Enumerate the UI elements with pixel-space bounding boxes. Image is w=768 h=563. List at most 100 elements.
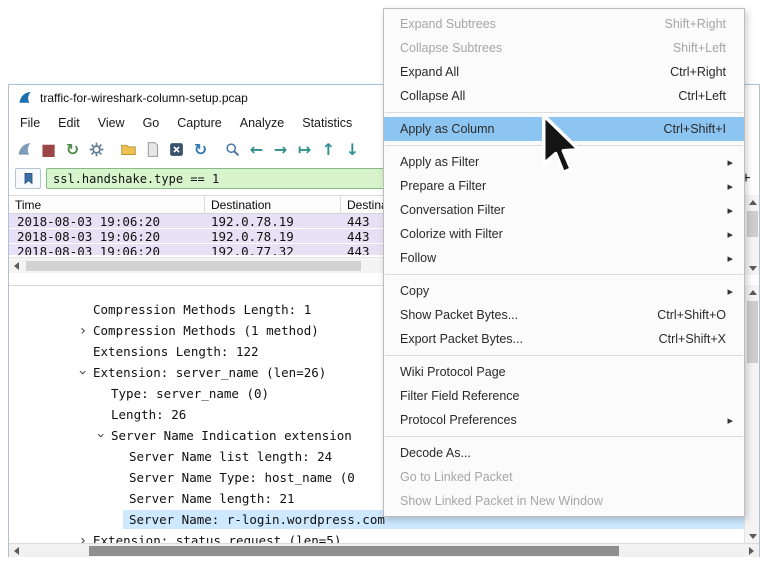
menu-separator	[385, 355, 743, 356]
desktop: { "window": { "title": "traffic-for-wire…	[0, 0, 768, 563]
close-capture-icon[interactable]	[166, 139, 187, 160]
menu-item-label: Expand All	[400, 65, 670, 79]
menu-item-collapse-subtrees: Collapse SubtreesShift+Left	[384, 36, 744, 60]
menu-item-label: Go to Linked Packet	[400, 470, 726, 484]
menubar-capture[interactable]: Capture	[168, 113, 230, 133]
scrollbar-thumb[interactable]	[747, 211, 758, 237]
collapse-toggle-icon[interactable]: ›	[91, 430, 112, 442]
stop-capture-icon[interactable]: ■	[38, 139, 59, 160]
menubar-edit[interactable]: Edit	[49, 113, 89, 133]
detail-line-text: Server Name Indication extension	[111, 428, 352, 443]
scrollbar-thumb[interactable]	[747, 301, 758, 363]
submenu-arrow-icon: ▸	[727, 180, 733, 193]
packet-cell: 192.0.77.32	[205, 244, 341, 256]
scroll-left-icon[interactable]	[9, 544, 24, 558]
menu-item-label: Copy	[400, 284, 726, 298]
menu-item-label: Colorize with Filter	[400, 227, 726, 241]
go-to-packet-icon[interactable]: ↦	[294, 139, 315, 160]
scroll-up-icon[interactable]	[745, 195, 760, 209]
scroll-right-icon[interactable]	[744, 544, 759, 558]
menu-item-colorize-with-filter[interactable]: Colorize with Filter▸	[384, 222, 744, 246]
packet-cell: 2018-08-03 19:06:20	[9, 229, 205, 244]
menubar-analyze[interactable]: Analyze	[231, 113, 293, 133]
menu-item-label: Export Packet Bytes...	[400, 332, 659, 346]
detail-line[interactable]: › Extension: status_request (len=5)	[9, 530, 744, 543]
detail-line-text: Extensions Length: 122	[93, 344, 259, 359]
submenu-arrow-icon: ▸	[727, 252, 733, 265]
go-to-bottom-icon[interactable]: ↓	[342, 139, 363, 160]
restart-capture-icon[interactable]: ↻	[62, 139, 83, 160]
menu-separator	[385, 274, 743, 275]
detail-line-text: Compression Methods (1 method)	[93, 323, 319, 338]
start-capture-icon[interactable]	[14, 139, 35, 160]
menu-item-label: Expand Subtrees	[400, 17, 665, 31]
submenu-arrow-icon: ▸	[727, 285, 733, 298]
menu-item-label: Protocol Preferences	[400, 413, 726, 427]
detail-line-text: Type: server_name (0)	[111, 386, 269, 401]
packet-cell: 192.0.78.19	[205, 229, 341, 244]
menu-item-shortcut: Ctrl+Shift+O	[657, 308, 726, 322]
submenu-arrow-icon: ▸	[727, 228, 733, 241]
detail-line-text: Extension: status_request (len=5)	[93, 533, 341, 543]
menu-item-label: Collapse All	[400, 89, 678, 103]
menubar-file[interactable]: File	[11, 113, 49, 133]
save-file-icon[interactable]	[142, 139, 163, 160]
packet-cell: 192.0.78.19	[205, 214, 341, 229]
menu-item-conversation-filter[interactable]: Conversation Filter▸	[384, 198, 744, 222]
collapse-toggle-icon[interactable]: ›	[73, 367, 94, 379]
scroll-left-icon[interactable]	[9, 259, 24, 273]
menu-item-follow[interactable]: Follow▸	[384, 246, 744, 270]
menu-item-collapse-all[interactable]: Collapse AllCtrl+Left	[384, 84, 744, 108]
detail-line-text: Extension: server_name (len=26)	[93, 365, 326, 380]
go-back-icon[interactable]: ←	[246, 139, 267, 160]
menu-item-shortcut: Ctrl+Shift+I	[663, 122, 726, 136]
menubar-go[interactable]: Go	[134, 113, 169, 133]
menu-item-label: Wiki Protocol Page	[400, 365, 726, 379]
menu-item-export-packet-bytes[interactable]: Export Packet Bytes...Ctrl+Shift+X	[384, 327, 744, 351]
menu-item-show-packet-bytes[interactable]: Show Packet Bytes...Ctrl+Shift+O	[384, 303, 744, 327]
bookmark-icon	[22, 171, 35, 186]
menu-item-label: Prepare a Filter	[400, 179, 726, 193]
scroll-down-icon[interactable]	[745, 261, 760, 275]
reload-icon[interactable]: ↻	[190, 139, 211, 160]
bottom-hscrollbar[interactable]	[9, 543, 759, 557]
expand-toggle-icon[interactable]: ›	[77, 320, 89, 341]
menu-item-filter-field-reference[interactable]: Filter Field Reference	[384, 384, 744, 408]
menu-item-copy[interactable]: Copy▸	[384, 279, 744, 303]
mouse-cursor	[540, 113, 584, 179]
menu-item-label: Decode As...	[400, 446, 726, 460]
menu-item-label: Filter Field Reference	[400, 389, 726, 403]
menu-item-shortcut: Ctrl+Shift+X	[659, 332, 726, 346]
menu-item-wiki-protocol-page[interactable]: Wiki Protocol Page	[384, 360, 744, 384]
menu-item-expand-all[interactable]: Expand AllCtrl+Right	[384, 60, 744, 84]
menubar-view[interactable]: View	[89, 113, 134, 133]
menu-item-label: Show Packet Bytes...	[400, 308, 657, 322]
capture-options-icon[interactable]	[86, 139, 107, 160]
submenu-arrow-icon: ▸	[727, 204, 733, 217]
find-packet-icon[interactable]	[222, 139, 243, 160]
detail-line-text: Server Name: r-login.wordpress.com	[129, 512, 385, 527]
column-header-time[interactable]: Time	[9, 196, 205, 213]
column-header-destination[interactable]: Destination	[205, 196, 341, 213]
filter-bookmark-button[interactable]	[15, 168, 41, 189]
menu-item-expand-subtrees: Expand SubtreesShift+Right	[384, 12, 744, 36]
go-to-top-icon[interactable]: ↑	[318, 139, 339, 160]
menubar-statistics[interactable]: Statistics	[293, 113, 361, 133]
go-forward-icon[interactable]: →	[270, 139, 291, 160]
details-vscrollbar[interactable]	[744, 285, 759, 543]
expand-toggle-icon[interactable]: ›	[77, 530, 89, 543]
menu-item-protocol-preferences[interactable]: Protocol Preferences▸	[384, 408, 744, 432]
menu-item-decode-as[interactable]: Decode As...	[384, 441, 744, 465]
detail-line-text: Server Name list length: 24	[129, 449, 332, 464]
window-title: traffic-for-wireshark-column-setup.pcap	[40, 91, 248, 105]
submenu-arrow-icon: ▸	[727, 414, 733, 427]
packet-cell: 2018-08-03 19:06:20	[9, 244, 205, 256]
open-file-icon[interactable]	[118, 139, 139, 160]
scrollbar-thumb[interactable]	[26, 261, 361, 271]
scroll-down-icon[interactable]	[745, 529, 760, 543]
packet-list-vscrollbar[interactable]	[744, 195, 759, 275]
packet-cell: 2018-08-03 19:06:20	[9, 214, 205, 229]
scrollbar-thumb[interactable]	[89, 546, 619, 556]
menu-item-shortcut: Shift+Left	[673, 41, 726, 55]
scroll-up-icon[interactable]	[745, 285, 760, 299]
